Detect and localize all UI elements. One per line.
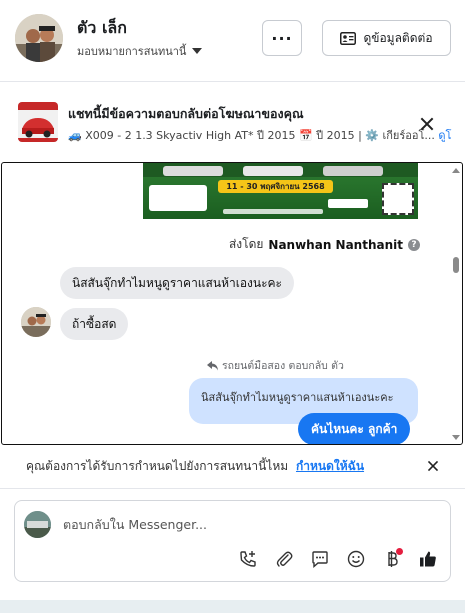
page-avatar <box>24 511 51 538</box>
conversation-header: ตัว เล็ก มอบหมายการสนทนานี้ ··· ดูข้อมูล… <box>0 0 465 82</box>
more-icon: ··· <box>271 28 293 48</box>
close-ad-banner-icon[interactable] <box>419 116 435 132</box>
message-thread: 11 - 30 พฤศจิกายน 2568 ส่งโดย Nanwhan Na… <box>1 162 463 445</box>
contact-info-label: ดูข้อมูลติดต่อ <box>363 30 433 45</box>
emoji-icon[interactable] <box>345 548 367 570</box>
outgoing-message[interactable]: คันไหนคะ ลูกค้า <box>298 413 411 444</box>
promo-image[interactable]: 11 - 30 พฤศจิกายน 2568 <box>143 163 418 219</box>
attachment-icon[interactable] <box>273 548 295 570</box>
payment-icon[interactable] <box>381 548 403 570</box>
contact-avatar-small <box>21 307 51 337</box>
help-icon[interactable]: ? <box>408 238 420 251</box>
ad-banner-title: แชทนี้มีข้อความตอบกลับต่อโฆษณาของคุณ <box>68 106 304 121</box>
notification-dot <box>396 548 403 555</box>
contact-avatar[interactable] <box>15 14 63 62</box>
sender-name: Nanwhan Nanthanit <box>268 237 403 252</box>
reply-context: รถยนต์มือสอง ตอบกลับ ตัว <box>207 357 344 374</box>
assign-notice-text: คุณต้องการได้รับการกำหนดไปยังการสนทนานี้… <box>26 459 289 473</box>
like-icon[interactable] <box>417 548 439 570</box>
composer-toolbar <box>237 547 439 571</box>
divider <box>0 488 465 489</box>
more-options-button[interactable]: ··· <box>262 20 302 56</box>
ad-reply-banner: แชทนี้มีข้อความตอบกลับต่อโฆษณาของคุณ 🚙 X… <box>0 90 465 154</box>
ad-thumbnail[interactable] <box>18 102 58 142</box>
conversation-panel: ตัว เล็ก มอบหมายการสนทนานี้ ··· ดูข้อมูล… <box>0 0 465 600</box>
promo-footnote <box>223 209 323 214</box>
scroll-down-icon[interactable] <box>452 435 460 440</box>
qr-code-icon <box>382 183 414 215</box>
chevron-down-icon <box>192 48 203 54</box>
assign-notice: คุณต้องการได้รับการกำหนดไปยังการสนทนานี้… <box>26 457 364 476</box>
contact-card-icon <box>340 31 357 45</box>
scroll-up-icon[interactable] <box>452 168 460 173</box>
view-contact-info-button[interactable]: ดูข้อมูลติดต่อ <box>322 20 451 56</box>
saved-replies-icon[interactable] <box>309 548 331 570</box>
promo-cars-strip <box>143 163 418 177</box>
scroll-thumb[interactable] <box>453 257 459 273</box>
ad-product-text: X009 - 2 1.3 Skyactiv High AT* ปี 2015 📅… <box>85 129 435 142</box>
incoming-message[interactable]: ถ้าซื้อสด <box>60 308 129 340</box>
promo-price-box <box>149 185 207 211</box>
incoming-message[interactable]: นิสสันจุ๊กทำไมหนูดูราคาแสนห้าเองนะคะ <box>60 267 294 299</box>
promo-date: 11 - 30 พฤศจิกายน 2568 <box>218 180 333 193</box>
close-notice-icon[interactable] <box>427 460 440 473</box>
call-add-icon[interactable] <box>237 548 259 570</box>
reply-arrow-icon <box>207 360 218 370</box>
bottom-edge <box>0 600 465 613</box>
reply-input[interactable] <box>63 512 433 536</box>
thread-scrollbar[interactable] <box>450 163 462 444</box>
reply-context-text: รถยนต์มือสอง ตอบกลับ ตัว <box>222 360 344 372</box>
assign-to-me-link[interactable]: กำหนดให้ฉัน <box>296 459 364 473</box>
assign-conversation-dropdown[interactable]: มอบหมายการสนทนานี้ <box>77 42 203 60</box>
sent-by-prefix: ส่งโดย <box>228 237 264 251</box>
contact-name: ตัว เล็ก <box>77 18 127 37</box>
sent-by-label: ส่งโดย Nanwhan Nanthanit ? <box>229 235 420 254</box>
message-composer <box>14 500 451 582</box>
assign-label: มอบหมายการสนทนานี้ <box>77 45 187 58</box>
car-emoji-icon: 🚙 <box>68 129 82 142</box>
see-more-link[interactable]: ดูโ <box>438 129 451 142</box>
ad-banner-subtitle: 🚙 X009 - 2 1.3 Skyactiv High AT* ปี 2015… <box>68 126 465 144</box>
promo-contact-box <box>328 199 368 208</box>
